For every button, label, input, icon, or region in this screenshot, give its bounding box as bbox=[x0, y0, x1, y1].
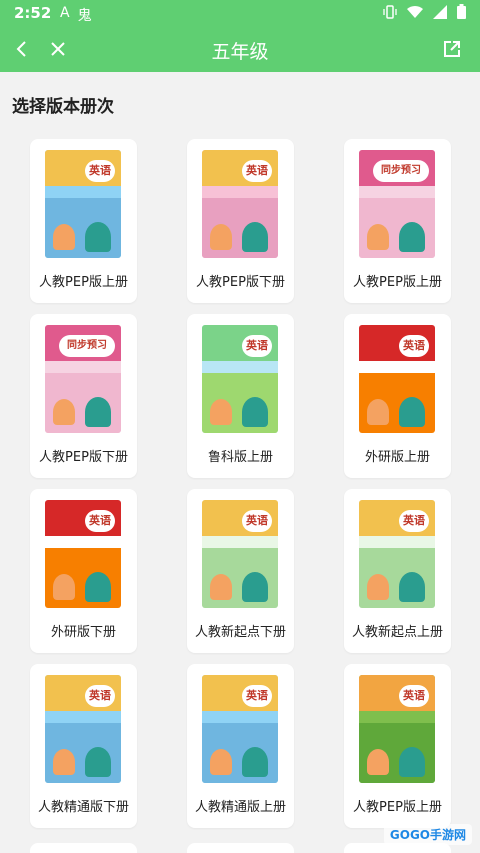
book-cover: 英语 bbox=[202, 325, 278, 433]
book-card-peek[interactable] bbox=[187, 843, 294, 853]
book-card[interactable]: 英语 外研版上册 bbox=[344, 314, 451, 478]
book-card-peek[interactable] bbox=[30, 843, 137, 853]
cover-subject: 英语 bbox=[399, 335, 429, 357]
book-cover: 英语 bbox=[45, 500, 121, 608]
share-icon bbox=[444, 41, 460, 57]
cover-subject: 英语 bbox=[399, 685, 429, 707]
cover-subject: 英语 bbox=[242, 160, 272, 182]
book-card[interactable]: 英语 鲁科版上册 bbox=[187, 314, 294, 478]
book-card[interactable]: 英语 人教PEP版上册 bbox=[344, 664, 451, 828]
cover-subject: 英语 bbox=[242, 510, 272, 532]
book-card[interactable]: 英语 人教PEP版下册 bbox=[187, 139, 294, 303]
book-cover: 同步预习 bbox=[45, 325, 121, 433]
book-grid: 英语 人教PEP版上册 英语 人教PEP版下册 同步预习 人教PEP版上册 同步… bbox=[30, 139, 451, 828]
vibrate-icon bbox=[383, 4, 397, 19]
book-label: 人教新起点上册 bbox=[351, 625, 443, 640]
wifi-icon bbox=[407, 5, 423, 18]
cover-subject: 英语 bbox=[85, 510, 115, 532]
book-cover: 英语 bbox=[45, 150, 121, 258]
book-label: 人教新起点下册 bbox=[194, 625, 286, 640]
book-label: 人教精通版下册 bbox=[37, 800, 129, 815]
book-label: 外研版下册 bbox=[50, 625, 116, 640]
cover-subject: 英语 bbox=[85, 160, 115, 182]
cover-subject: 英语 bbox=[242, 685, 272, 707]
notification-a-icon: A bbox=[60, 5, 70, 21]
notification-ghost-icon: 鬼 bbox=[77, 8, 92, 24]
book-card[interactable]: 英语 人教精通版上册 bbox=[187, 664, 294, 828]
cover-subject: 同步预习 bbox=[59, 335, 115, 357]
share-button[interactable] bbox=[438, 35, 466, 63]
cover-subject: 英语 bbox=[399, 510, 429, 532]
book-card[interactable]: 英语 人教新起点下册 bbox=[187, 489, 294, 653]
book-label: 人教PEP版上册 bbox=[353, 275, 442, 290]
section-title: 选择版本册次 bbox=[12, 97, 114, 117]
book-label: 外研版上册 bbox=[364, 450, 430, 465]
book-card[interactable]: 英语 人教新起点上册 bbox=[344, 489, 451, 653]
book-card[interactable]: 英语 人教精通版下册 bbox=[30, 664, 137, 828]
cover-subject: 英语 bbox=[242, 335, 272, 357]
book-cover: 英语 bbox=[202, 500, 278, 608]
cover-subject: 英语 bbox=[85, 685, 115, 707]
book-label: 人教PEP版上册 bbox=[353, 800, 442, 815]
watermark-logo: GOGO手游网 bbox=[383, 824, 472, 845]
book-label: 人教PEP版上册 bbox=[39, 275, 128, 290]
status-right-icons bbox=[383, 4, 466, 19]
book-label: 人教PEP版下册 bbox=[196, 275, 285, 290]
book-cover: 同步预习 bbox=[359, 150, 435, 258]
book-card[interactable]: 同步预习 人教PEP版下册 bbox=[30, 314, 137, 478]
book-card[interactable]: 同步预习 人教PEP版上册 bbox=[344, 139, 451, 303]
book-card[interactable]: 英语 人教PEP版上册 bbox=[30, 139, 137, 303]
book-cover: 英语 bbox=[359, 325, 435, 433]
book-cover: 英语 bbox=[202, 150, 278, 258]
book-cover: 英语 bbox=[359, 675, 435, 783]
signal-icon bbox=[433, 4, 447, 19]
book-label: 人教精通版上册 bbox=[194, 800, 286, 815]
page-title: 五年级 bbox=[211, 41, 269, 63]
status-bar: 2:52 A 鬼 bbox=[0, 0, 480, 26]
book-card[interactable]: 英语 外研版下册 bbox=[30, 489, 137, 653]
book-cover: 英语 bbox=[359, 500, 435, 608]
book-cover: 英语 bbox=[202, 675, 278, 783]
cover-subject: 同步预习 bbox=[373, 160, 429, 182]
book-label: 鲁科版上册 bbox=[207, 450, 273, 465]
book-cover: 英语 bbox=[45, 675, 121, 783]
status-time: 2:52 bbox=[14, 4, 52, 22]
status-left-icons: A 鬼 bbox=[60, 5, 92, 25]
app-bar: 五年级 bbox=[0, 26, 480, 72]
book-label: 人教PEP版下册 bbox=[39, 450, 128, 465]
battery-icon bbox=[457, 4, 466, 19]
